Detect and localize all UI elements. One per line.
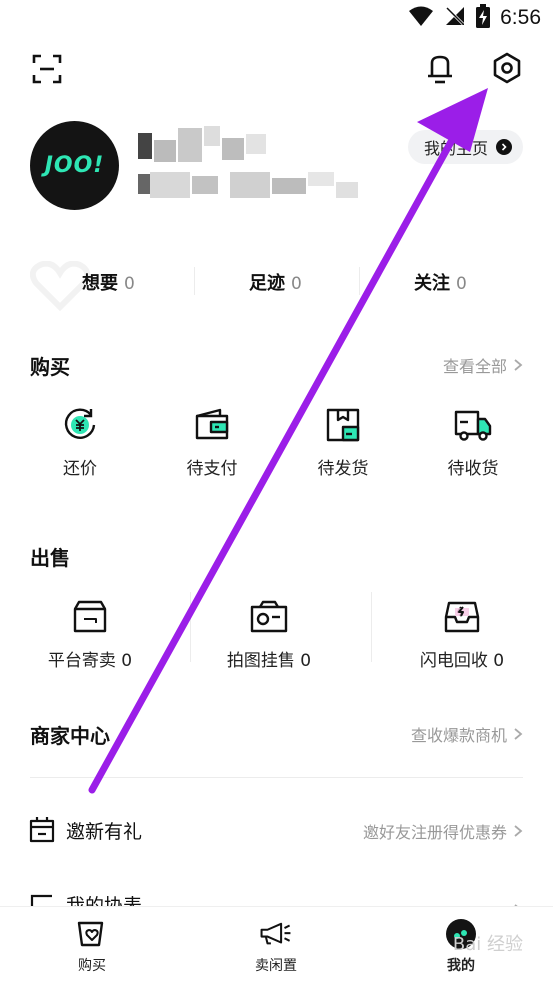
stat-wants[interactable]: 想要 0 [82, 269, 135, 295]
buy-item-to-pay[interactable]: 待支付 [157, 405, 267, 479]
divider [194, 267, 195, 295]
nav-sell-idle-label: 卖闲置 [255, 958, 297, 974]
megaphone-icon [259, 917, 293, 951]
watermark: Bai 经验 [452, 934, 523, 955]
buy-item-bargain[interactable]: 还价 [25, 405, 135, 479]
view-all-link[interactable]: 查看全部 [443, 353, 523, 377]
chevron-right-icon [514, 728, 523, 740]
sell-section-title: 出售 [30, 546, 70, 570]
divider [359, 267, 360, 295]
stat-following[interactable]: 关注 0 [414, 269, 467, 295]
chevron-right-circle-icon [496, 139, 513, 155]
my-homepage-label: 我的主页 [424, 139, 489, 158]
chevron-right-icon [514, 825, 523, 837]
stat-wants-count: 0 [124, 274, 135, 294]
sell-item-flash-recycle[interactable]: 闪电回收 0 [407, 597, 517, 671]
scan-icon [32, 54, 62, 84]
battery-charging-icon [476, 4, 491, 32]
package-icon [70, 597, 110, 637]
box-icon [323, 405, 363, 445]
buy-item-to-receive-label: 待收货 [447, 459, 499, 479]
divider [190, 592, 191, 662]
wallet-icon [192, 405, 232, 445]
invite-desc: 邀好友注册得优惠券 [363, 819, 523, 843]
buy-item-to-ship-label: 待发货 [317, 459, 369, 479]
stat-following-count: 0 [456, 274, 467, 294]
invite-desc-label: 邀好友注册得优惠券 [362, 823, 507, 842]
buy-item-bargain-label: 还价 [63, 459, 97, 479]
shopping-heart-icon [75, 917, 109, 951]
gift-icon [28, 815, 56, 847]
partial-row-title: 我的协表 [66, 895, 143, 906]
merchant-opportunity-label: 查收爆款商机 [410, 726, 507, 745]
merchant-center-title: 商家中心 [30, 724, 110, 748]
stat-footprints-count: 0 [291, 274, 302, 294]
buy-item-to-pay-label: 待支付 [186, 459, 238, 479]
stats-row: 想要 0 足迹 0 关注 0 [30, 247, 523, 317]
stat-footprints[interactable]: 足迹 0 [249, 269, 302, 295]
notification-button[interactable] [421, 50, 459, 88]
bell-icon [428, 55, 452, 84]
lightning-tray-icon [442, 597, 482, 637]
truck-icon [453, 405, 493, 445]
settings-button[interactable] [487, 48, 527, 88]
nav-sell-idle[interactable]: 卖闲置 [216, 917, 336, 975]
invite-title: 邀新有礼 [66, 821, 143, 843]
my-homepage-button[interactable]: 我的主页 [408, 130, 523, 164]
avatar[interactable]: JOO! [30, 121, 119, 210]
bargain-icon [60, 405, 100, 445]
merchant-opportunity-link[interactable]: 查收爆款商机 [411, 722, 523, 746]
no-signal-icon [444, 5, 466, 31]
stat-wants-label: 想要 [82, 273, 118, 294]
nav-buy[interactable]: 购买 [32, 917, 152, 975]
chevron-right-icon [514, 359, 523, 371]
sell-item-consign[interactable]: 平台寄卖 0 [35, 597, 145, 671]
wifi-icon [408, 5, 434, 31]
heart-icon [30, 261, 90, 311]
status-time: 6:56 [500, 6, 541, 29]
view-all-label: 查看全部 [442, 357, 507, 376]
stat-following-label: 关注 [414, 273, 450, 294]
buy-section-title: 购买 [30, 355, 70, 379]
settings-icon [493, 52, 521, 84]
nav-mine-label: 我的 [447, 958, 475, 974]
sell-item-flash-recycle-label: 闪电回收 0 [419, 651, 505, 671]
nav-buy-label: 购买 [78, 958, 106, 974]
buy-item-to-ship[interactable]: 待发货 [288, 405, 398, 479]
sell-item-photo-listing-label: 拍图挂售 0 [226, 651, 312, 671]
scan-button[interactable] [28, 50, 66, 88]
divider [30, 777, 523, 778]
camera-icon [249, 597, 289, 637]
stat-footprints-label: 足迹 [249, 273, 285, 294]
avatar-logo-text: JOO! [44, 153, 105, 178]
sell-item-consign-label: 平台寄卖 0 [47, 651, 133, 671]
buy-item-to-receive[interactable]: 待收货 [418, 405, 528, 479]
sell-item-photo-listing[interactable]: 拍图挂售 0 [214, 597, 324, 671]
status-bar: 6:56 [0, 0, 553, 38]
divider [371, 592, 372, 662]
